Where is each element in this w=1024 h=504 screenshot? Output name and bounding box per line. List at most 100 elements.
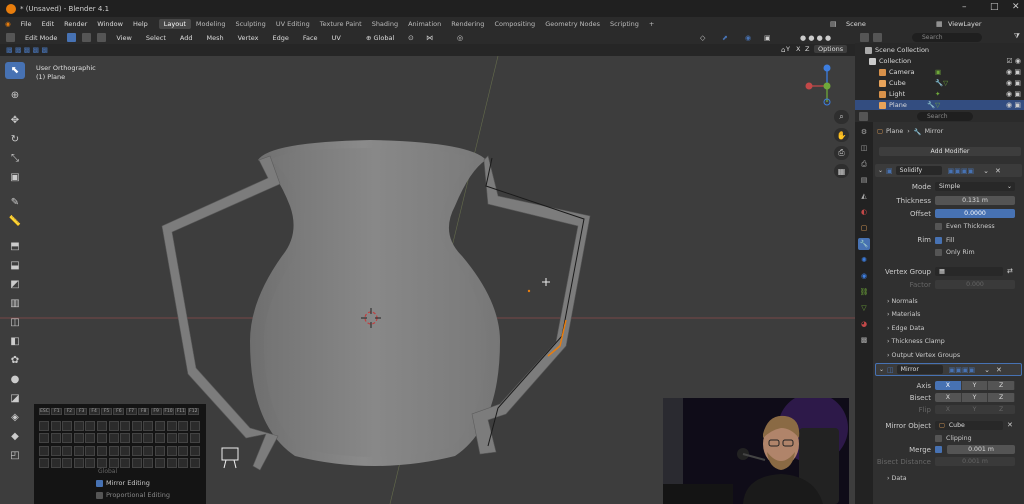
zoom-icon[interactable]: ⌕ xyxy=(834,110,849,124)
bevel-tool-icon[interactable]: ◩ xyxy=(5,276,25,293)
only-rim-row[interactable]: Only Rim xyxy=(935,247,1024,258)
visibility-eye-icon[interactable]: ◉ ▣ xyxy=(1006,90,1021,98)
menu-uv[interactable]: UV xyxy=(328,34,345,42)
loop-cut-tool-icon[interactable]: ▥ xyxy=(5,295,25,312)
menu-view[interactable]: View xyxy=(112,34,135,42)
menu-select[interactable]: Select xyxy=(142,34,170,42)
remove-modifier-icon[interactable]: ✕ xyxy=(995,167,1001,175)
data-tab-icon[interactable]: ▽ xyxy=(858,302,870,314)
edge-data-panel[interactable]: › Edge Data xyxy=(887,325,924,332)
shrink-fatten-tool-icon[interactable]: ◈ xyxy=(5,409,25,426)
tab-shading[interactable]: Shading xyxy=(367,19,403,29)
editor-type-icon[interactable] xyxy=(6,33,15,42)
edge-slide-tool-icon[interactable]: ◪ xyxy=(5,390,25,407)
tab-sculpting[interactable]: Sculpting xyxy=(230,19,270,29)
output-vertex-groups-panel[interactable]: › Output Vertex Groups xyxy=(887,352,960,359)
invert-vertex-group-icon[interactable]: ⇄ xyxy=(1007,267,1013,275)
constraints-tab-icon[interactable]: ⛓ xyxy=(858,286,870,298)
pivot-icon[interactable]: ⊙ xyxy=(408,34,414,42)
modifier-toggle-icons[interactable]: ▣▣▣▣ xyxy=(949,366,975,374)
menu-mesh[interactable]: Mesh xyxy=(202,34,227,42)
dropdown-chevron-icon[interactable]: ⌄ xyxy=(983,167,989,175)
fill-checkbox[interactable] xyxy=(935,237,942,244)
mode-select[interactable]: Simple ⌄ xyxy=(935,182,1015,191)
edge-select-icon[interactable] xyxy=(82,33,92,42)
bisect-distance-field[interactable]: 0.001 m xyxy=(935,457,1015,466)
visibility-eye-icon[interactable]: ☑ ◉ xyxy=(1006,57,1021,65)
outliner-row[interactable]: Scene Collection xyxy=(855,45,1024,55)
spin-tool-icon[interactable]: ✿ xyxy=(5,352,25,369)
tab-layout[interactable]: Layout xyxy=(158,19,191,29)
tab-uv-editing[interactable]: UV Editing xyxy=(271,19,315,29)
knife-tool-icon[interactable]: ◫ xyxy=(5,314,25,331)
scale-tool-icon[interactable]: ⤡ xyxy=(5,150,25,167)
physics-tab-icon[interactable]: ◉ xyxy=(858,270,870,282)
collapse-chevron-icon[interactable]: ⌄ xyxy=(879,366,884,373)
face-select-icon[interactable] xyxy=(97,33,107,42)
tab-geometry-nodes[interactable]: Geometry Nodes xyxy=(540,19,605,29)
shear-tool-icon[interactable]: ◆ xyxy=(5,428,25,445)
tool-settings-icon[interactable]: ⬈ xyxy=(722,34,728,42)
fill-row[interactable]: Fill xyxy=(935,235,1024,246)
menu-file[interactable]: File xyxy=(16,20,37,28)
dropdown-chevron-icon[interactable]: ⌄ xyxy=(984,366,990,374)
extrude-tool-icon[interactable]: ⬒ xyxy=(5,238,25,255)
solidify-name-field[interactable]: Solidify xyxy=(895,166,942,175)
mirror-object-field[interactable]: ▢ Cube xyxy=(935,421,1003,430)
proportional-icon[interactable]: ◎ xyxy=(457,34,463,42)
overlay-icon[interactable]: ◇ xyxy=(700,34,705,42)
axis-z-toggle[interactable]: Z xyxy=(988,381,1015,390)
add-modifier-button[interactable]: Add Modifier xyxy=(879,147,1021,156)
mirror-name-field[interactable]: Mirror xyxy=(896,365,943,374)
pan-hand-icon[interactable]: ✋ xyxy=(834,128,849,142)
select-mode-icons[interactable]: ▩ ▩ ▩ ▩ ▩ xyxy=(6,46,48,54)
menu-vertex[interactable]: Vertex xyxy=(234,34,263,42)
light-data-icon[interactable]: ✦ xyxy=(935,90,940,98)
options-button[interactable]: Options xyxy=(814,45,848,53)
menu-window[interactable]: Window xyxy=(92,20,128,28)
outliner-row[interactable]: Camera ▣ ◉ ▣ xyxy=(855,67,1024,77)
move-tool-icon[interactable]: ✥ xyxy=(5,112,25,129)
flip-x-toggle[interactable]: X xyxy=(935,405,962,414)
outliner-editor-icon[interactable] xyxy=(860,32,869,42)
maximize-icon[interactable]: □ xyxy=(990,2,999,12)
materials-panel[interactable]: › Materials xyxy=(887,311,920,318)
bisect-z-toggle[interactable]: Z xyxy=(988,393,1015,402)
only-rim-checkbox[interactable] xyxy=(935,249,942,256)
offset-field[interactable]: 0.0000 xyxy=(935,209,1015,218)
mirror-y-toggle[interactable]: Y xyxy=(782,45,794,53)
xray-icon[interactable]: ▣ xyxy=(764,34,771,42)
cursor-tool-icon[interactable]: ⊕ xyxy=(5,87,25,104)
tab-compositing[interactable]: Compositing xyxy=(489,19,540,29)
flip-y-toggle[interactable]: Y xyxy=(961,405,989,414)
axis-y-toggle[interactable]: Y xyxy=(961,381,989,390)
snap-icon[interactable]: ⋈ xyxy=(426,34,433,42)
collapse-chevron-icon[interactable]: ⌄ xyxy=(878,167,883,174)
outliner-row[interactable]: Collection ☑ ◉ xyxy=(855,56,1024,66)
outliner-search-input[interactable]: Search xyxy=(912,33,982,42)
properties-editor-icon[interactable] xyxy=(859,112,868,121)
minimize-icon[interactable]: – xyxy=(962,2,967,12)
bisect-x-toggle[interactable]: X xyxy=(935,393,962,402)
menu-edge[interactable]: Edge xyxy=(269,34,293,42)
view-layer-selector[interactable]: ViewLayer xyxy=(944,20,986,28)
normals-panel[interactable]: › Normals xyxy=(887,298,918,305)
navigation-gizmo[interactable] xyxy=(802,62,852,107)
properties-search-input[interactable]: Search xyxy=(917,112,973,121)
outliner-row[interactable]: Light ✦ ◉ ▣ xyxy=(855,89,1024,99)
even-thickness-row[interactable]: Even Thickness xyxy=(935,221,1024,232)
data-panel[interactable]: › Data xyxy=(887,475,907,482)
transform-tool-icon[interactable]: ▣ xyxy=(5,169,25,186)
rotate-tool-icon[interactable]: ↻ xyxy=(5,131,25,148)
mirror-modifier-header[interactable]: ⌄ ◫ Mirror ▣▣▣▣ ⌄ ✕ xyxy=(875,363,1022,376)
measure-tool-icon[interactable]: 📏 xyxy=(5,213,25,230)
orientation-selector[interactable]: ⊕ Global xyxy=(362,34,398,42)
particles-tab-icon[interactable]: ✺ xyxy=(858,254,870,266)
outliner-funnel-icon[interactable]: ⧩ xyxy=(1014,32,1020,41)
menu-help[interactable]: Help xyxy=(128,20,153,28)
flip-z-toggle[interactable]: Z xyxy=(988,405,1015,414)
tab-animation[interactable]: Animation xyxy=(403,19,446,29)
merge-checkbox[interactable] xyxy=(935,446,942,453)
blender-menu-icon[interactable]: ◉ xyxy=(0,20,16,28)
vertex-select-icon[interactable] xyxy=(67,33,77,42)
